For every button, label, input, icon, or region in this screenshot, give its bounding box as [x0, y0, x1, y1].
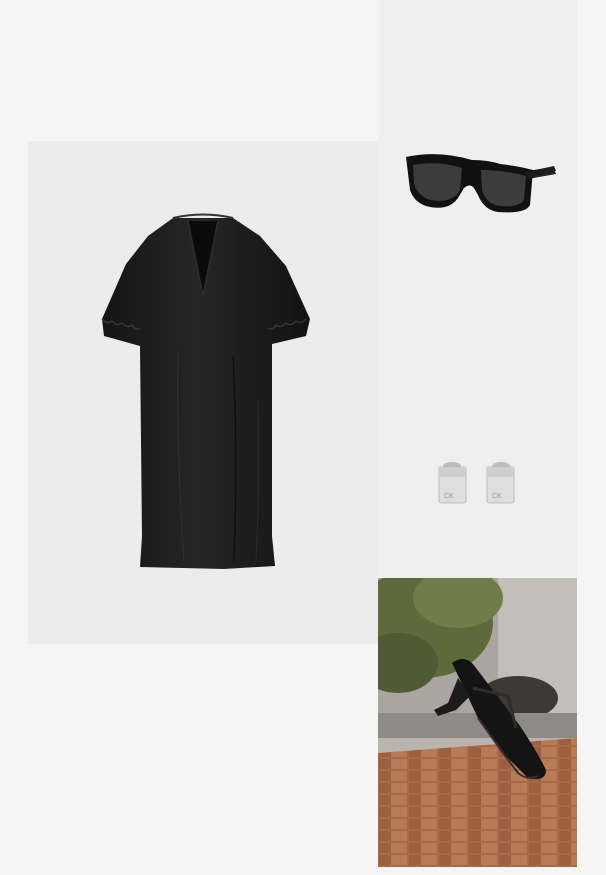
- sandal-image: [378, 578, 577, 867]
- dress-image: [101, 213, 310, 569]
- product-tile-dress[interactable]: [28, 141, 378, 644]
- product-tile-sandal[interactable]: [378, 578, 577, 867]
- sunglasses-image: [406, 154, 556, 213]
- earring-left: CK: [438, 462, 467, 504]
- product-tile-sunglasses[interactable]: [378, 0, 577, 289]
- earring-left-logo: CK: [444, 493, 454, 500]
- earring-right-logo: CK: [492, 493, 502, 500]
- earrings-image: CK CK: [438, 462, 515, 504]
- earring-right: CK: [486, 462, 515, 504]
- product-tile-earrings[interactable]: CK CK: [378, 289, 577, 578]
- page-margin: [577, 0, 606, 875]
